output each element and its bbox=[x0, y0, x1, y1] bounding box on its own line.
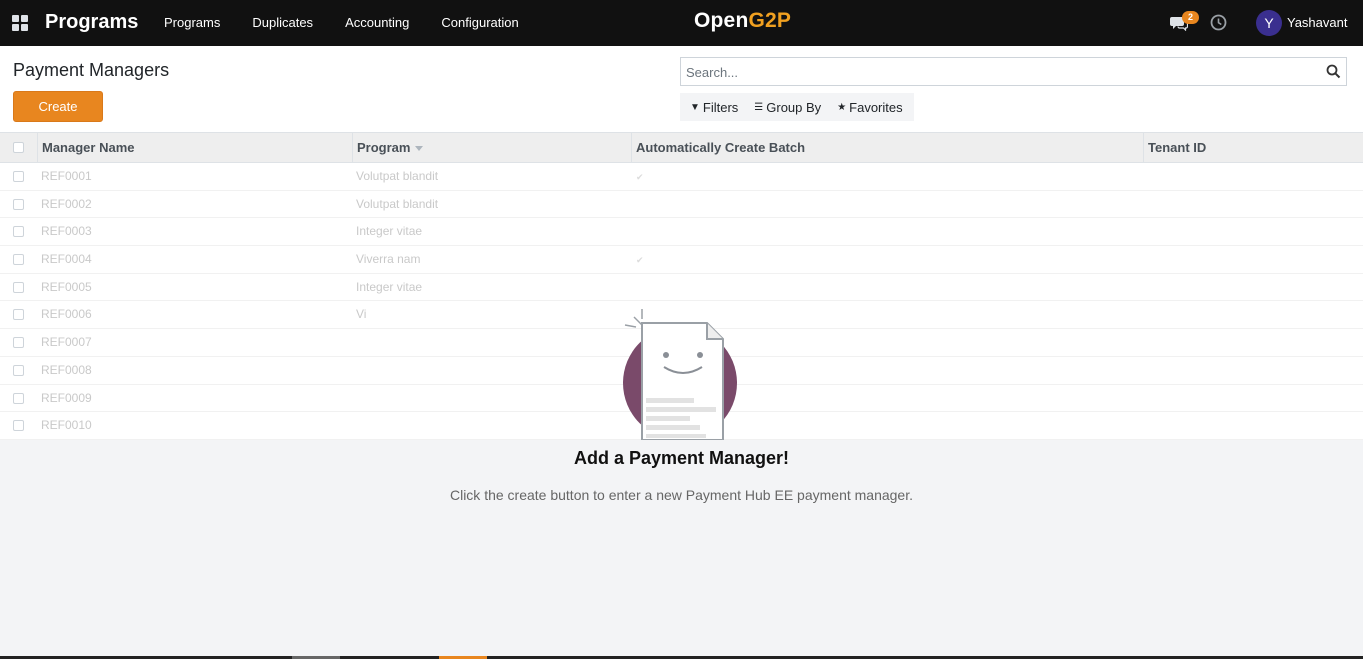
messages-count-badge: 2 bbox=[1182, 11, 1199, 24]
cell-manager-name: REF0004 bbox=[41, 252, 92, 267]
user-name[interactable]: Yashavant bbox=[1287, 15, 1347, 30]
favorites-dropdown[interactable]: ★ Favorites bbox=[821, 100, 902, 115]
filters-label: Filters bbox=[702, 99, 739, 115]
row-checkbox[interactable] bbox=[13, 420, 24, 432]
column-label: Tenant ID bbox=[1148, 140, 1207, 155]
logo-text-g2p: G2P bbox=[748, 9, 792, 32]
sort-caret-icon bbox=[415, 146, 424, 152]
cell-manager-name: REF0005 bbox=[41, 279, 92, 294]
cell-program: Vi bbox=[356, 307, 367, 322]
create-button[interactable]: Create bbox=[13, 91, 103, 122]
row-checkbox[interactable] bbox=[13, 364, 24, 376]
apps-menu-icon[interactable] bbox=[12, 15, 28, 31]
cell-auto-create-batch: ✔ bbox=[636, 255, 644, 266]
column-label: Manager Name bbox=[42, 140, 135, 155]
cell-manager-name: REF0002 bbox=[41, 196, 92, 211]
table-row[interactable]: REF0004 Viverra nam ✔ bbox=[0, 246, 1363, 274]
cell-program: Integer vitae bbox=[356, 279, 423, 294]
logo-text-open: Open bbox=[694, 9, 749, 32]
row-checkbox[interactable] bbox=[13, 337, 24, 349]
favorites-label: Favorites bbox=[849, 99, 903, 115]
cell-manager-name: REF0008 bbox=[41, 362, 92, 377]
group-by-dropdown[interactable]: ☰ Group By bbox=[738, 100, 821, 115]
helper-text: Click the create button to enter a new P… bbox=[449, 487, 914, 503]
column-label: Automatically Create Batch bbox=[636, 140, 806, 155]
menu-item-accounting[interactable]: Accounting bbox=[329, 0, 425, 46]
filters-dropdown[interactable]: ▼ Filters bbox=[680, 100, 738, 115]
row-checkbox[interactable] bbox=[13, 226, 24, 238]
cell-manager-name: REF0006 bbox=[41, 307, 92, 322]
cell-manager-name: REF0003 bbox=[41, 224, 92, 239]
row-checkbox[interactable] bbox=[13, 198, 24, 210]
menu-item-programs[interactable]: Programs bbox=[148, 0, 236, 46]
table-header: Manager Name Program Automatically Creat… bbox=[0, 133, 1363, 163]
cell-manager-name: REF0007 bbox=[41, 335, 92, 350]
menu-item-duplicates[interactable]: Duplicates bbox=[236, 0, 329, 46]
group-by-label: Group By bbox=[766, 99, 822, 115]
row-checkbox[interactable] bbox=[13, 309, 24, 321]
table-row[interactable]: REF0002 Volutpat blandit bbox=[0, 191, 1363, 219]
row-checkbox[interactable] bbox=[13, 171, 24, 182]
main-menu: Programs Duplicates Accounting Configura… bbox=[148, 0, 535, 46]
activity-clock-icon[interactable] bbox=[1210, 14, 1227, 31]
select-all-checkbox[interactable] bbox=[13, 142, 24, 153]
list-icon: ☰ bbox=[754, 101, 764, 113]
column-tenant-id[interactable]: Tenant ID bbox=[1143, 133, 1363, 163]
table-row[interactable]: REF0003 Integer vitae bbox=[0, 218, 1363, 247]
breadcrumb-title: Payment Managers bbox=[13, 60, 170, 80]
openg2p-logo: OpenG2P bbox=[694, 9, 791, 33]
column-program[interactable]: Program bbox=[352, 133, 631, 163]
cell-program: Viverra nam bbox=[356, 252, 421, 267]
cell-program: Volutpat blandit bbox=[356, 196, 439, 211]
search-box bbox=[680, 57, 1347, 86]
column-manager-name[interactable]: Manager Name bbox=[37, 133, 353, 163]
cell-program: Integer vitae bbox=[356, 224, 423, 239]
top-navbar: Programs Programs Duplicates Accounting … bbox=[0, 0, 1363, 46]
star-icon: ★ bbox=[837, 101, 847, 113]
cell-auto-create-batch: ✔ bbox=[636, 172, 644, 182]
cell-manager-name: REF0010 bbox=[41, 418, 92, 433]
app-title[interactable]: Programs bbox=[45, 11, 138, 34]
user-avatar[interactable]: Y bbox=[1256, 10, 1282, 36]
row-checkbox[interactable] bbox=[13, 392, 24, 404]
menu-item-configuration[interactable]: Configuration bbox=[425, 0, 534, 46]
filter-icon: ▼ bbox=[690, 101, 700, 113]
column-label: Program bbox=[357, 140, 411, 155]
cell-manager-name: REF0001 bbox=[41, 169, 92, 183]
table-row[interactable]: REF0001 Volutpat blandit ✔ bbox=[0, 163, 1363, 191]
empty-document-illustration bbox=[623, 309, 737, 440]
row-checkbox[interactable] bbox=[13, 254, 24, 266]
row-checkbox[interactable] bbox=[13, 281, 24, 293]
control-panel: Payment Managers Create ▼ Filters ☰ Grou… bbox=[0, 46, 1363, 133]
search-icon[interactable] bbox=[1326, 64, 1341, 79]
table-row[interactable]: REF0005 Integer vitae bbox=[0, 274, 1363, 302]
cell-program: Volutpat blandit bbox=[356, 169, 439, 183]
cell-manager-name: REF0009 bbox=[41, 390, 92, 405]
column-auto-create-batch[interactable]: Automatically Create Batch bbox=[631, 133, 1144, 163]
search-input[interactable] bbox=[686, 62, 1306, 82]
helper-title: Add a Payment Manager! bbox=[573, 448, 790, 468]
search-options: ▼ Filters ☰ Group By ★ Favorites bbox=[680, 93, 914, 121]
